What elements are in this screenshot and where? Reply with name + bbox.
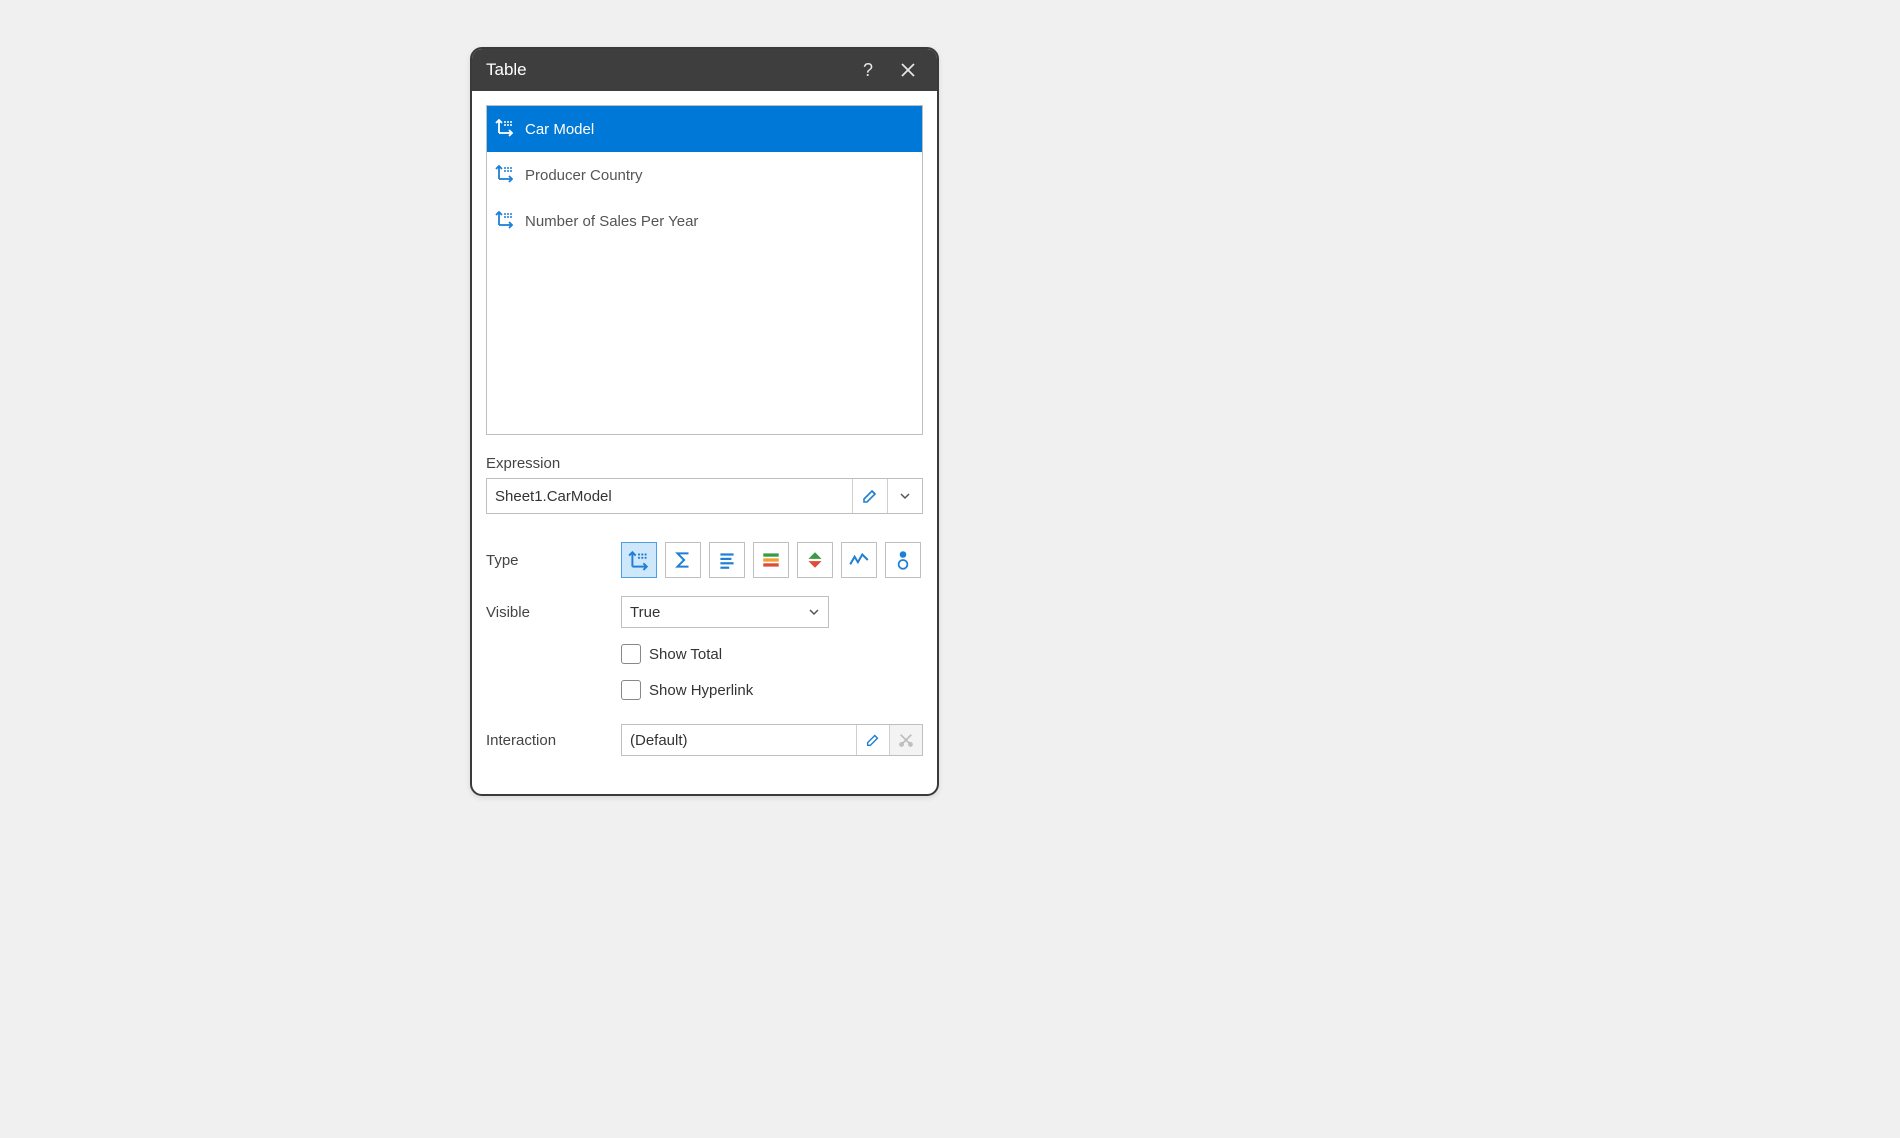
visible-select[interactable]: True (621, 596, 829, 628)
text-lines-icon (716, 549, 738, 571)
show-hyperlink-label: Show Hyperlink (649, 682, 753, 699)
checkbox-group: Show Total Show Hyperlink (486, 644, 923, 700)
show-total-row[interactable]: Show Total (621, 644, 923, 664)
interaction-label: Interaction (486, 732, 621, 749)
expression-row (486, 478, 923, 514)
table-dialog: Table ? (470, 47, 939, 796)
interaction-field (621, 724, 923, 756)
pencil-icon (865, 732, 881, 748)
interaction-row: Interaction (486, 724, 923, 756)
expression-label: Expression (486, 455, 923, 472)
type-sparkline-button[interactable] (841, 542, 877, 578)
type-color-scale-button[interactable] (753, 542, 789, 578)
interaction-clear-button[interactable] (889, 725, 922, 755)
type-label: Type (486, 552, 621, 569)
dimension-icon (495, 209, 515, 233)
type-buttons (621, 542, 921, 578)
scissors-icon (898, 732, 914, 748)
expression-input[interactable] (487, 479, 852, 513)
dialog-titlebar: Table ? (472, 49, 937, 91)
show-hyperlink-checkbox[interactable] (621, 680, 641, 700)
field-item-label: Producer Country (525, 167, 643, 184)
help-icon: ? (863, 60, 873, 81)
field-list[interactable]: Car Model Producer Country (486, 105, 923, 435)
chevron-down-icon (899, 490, 911, 502)
dimension-icon (628, 549, 650, 571)
dimension-icon (495, 163, 515, 187)
close-button[interactable] (893, 55, 923, 85)
sparkline-icon (848, 549, 870, 571)
pencil-icon (861, 487, 879, 505)
color-bars-icon (760, 549, 782, 571)
close-icon (899, 61, 917, 79)
show-total-checkbox[interactable] (621, 644, 641, 664)
interaction-input[interactable] (622, 725, 856, 755)
dialog-content: Car Model Producer Country (472, 91, 937, 768)
expression-dropdown-button[interactable] (887, 479, 922, 513)
sigma-icon (672, 549, 694, 571)
field-item-car-model[interactable]: Car Model (487, 106, 922, 152)
expression-edit-button[interactable] (852, 479, 887, 513)
visible-label: Visible (486, 604, 621, 621)
dialog-title: Table (486, 60, 853, 80)
sort-arrows-icon (804, 549, 826, 571)
field-item-label: Car Model (525, 121, 594, 138)
show-total-label: Show Total (649, 646, 722, 663)
field-item-label: Number of Sales Per Year (525, 213, 698, 230)
type-sort-button[interactable] (797, 542, 833, 578)
field-item-number-of-sales[interactable]: Number of Sales Per Year (487, 198, 922, 244)
type-delta-button[interactable] (885, 542, 921, 578)
delta-bubble-icon (892, 549, 914, 571)
show-hyperlink-row[interactable]: Show Hyperlink (621, 680, 923, 700)
type-text-button[interactable] (709, 542, 745, 578)
type-measure-button[interactable] (665, 542, 701, 578)
visible-row: Visible True (486, 596, 923, 628)
chevron-down-icon (808, 606, 820, 618)
field-item-producer-country[interactable]: Producer Country (487, 152, 922, 198)
help-button[interactable]: ? (853, 55, 883, 85)
visible-value: True (630, 604, 660, 621)
type-dimension-button[interactable] (621, 542, 657, 578)
interaction-edit-button[interactable] (856, 725, 889, 755)
dimension-icon (495, 117, 515, 141)
type-row: Type (486, 542, 923, 578)
